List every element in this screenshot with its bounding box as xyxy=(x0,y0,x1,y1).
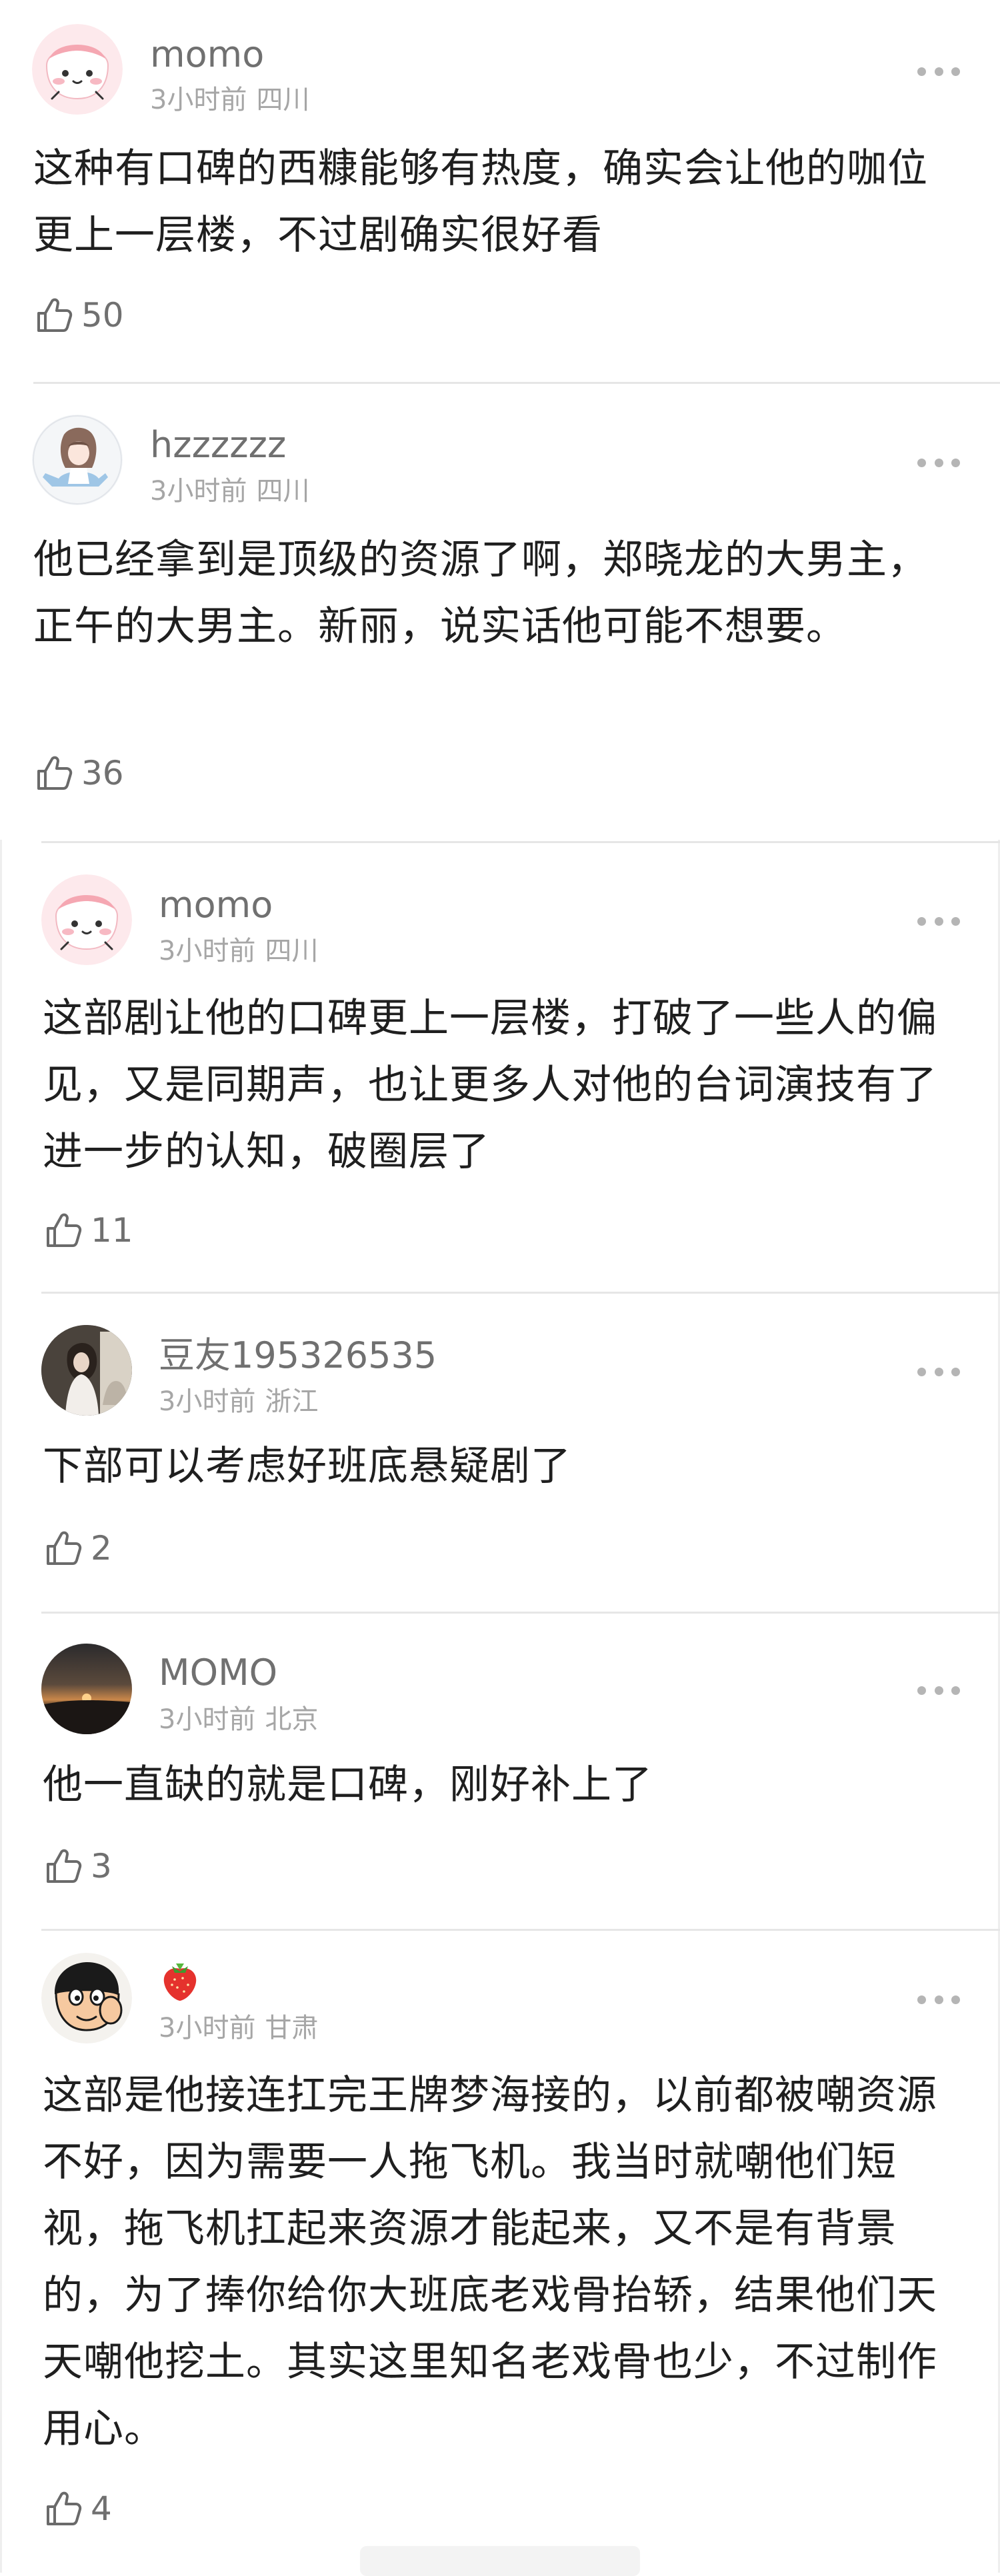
dot-icon xyxy=(934,458,943,467)
like-count: 50 xyxy=(81,296,124,335)
dot-icon xyxy=(951,1995,960,2004)
like-button[interactable]: 3 xyxy=(44,1846,112,1886)
dot-icon xyxy=(934,1995,943,2004)
comment-text: 他已经拿到是顶级的资源了啊，郑晓龙的大男主，正午的大男主。新丽，说实话他可能不想… xyxy=(33,537,928,650)
comment-text: 他一直缺的就是口碑，刚好补上了 xyxy=(43,1762,653,1808)
timestamp: 3小时前 xyxy=(150,476,247,507)
dot-icon xyxy=(934,916,943,926)
avatar[interactable] xyxy=(41,1325,132,1416)
like-count: 4 xyxy=(91,2489,112,2528)
comment-meta: 3小时前 浙江 xyxy=(159,1385,318,1418)
divider xyxy=(41,841,1000,843)
strawberry-icon xyxy=(159,1959,201,2002)
like-button[interactable]: 4 xyxy=(44,2489,112,2529)
username[interactable]: momo xyxy=(159,884,273,926)
divider xyxy=(41,1612,1000,1614)
divider xyxy=(41,1929,1000,1931)
location: 四川 xyxy=(256,476,310,507)
timestamp: 3小时前 xyxy=(159,2013,256,2043)
more-options-button[interactable] xyxy=(917,914,960,928)
like-count: 3 xyxy=(91,1847,112,1886)
username[interactable]: hzzzzzz xyxy=(150,424,286,467)
thumbs-up-icon xyxy=(44,1528,84,1568)
comment-meta: 3小时前 北京 xyxy=(159,1703,318,1736)
avatar[interactable] xyxy=(41,1953,132,2043)
comment-meta: 3小时前 四川 xyxy=(150,475,309,508)
dot-icon xyxy=(917,1995,926,2004)
thumbs-up-icon xyxy=(35,753,75,793)
divider xyxy=(33,382,1000,384)
comment-text: 这种有口碑的西糠能够有热度，确实会让他的咖位更上一层楼，不过剧确实很好看 xyxy=(33,145,928,259)
dot-icon xyxy=(951,1367,960,1376)
more-options-button[interactable] xyxy=(917,65,960,78)
photo-avatar-icon xyxy=(41,1325,132,1416)
comment-text: 这部剧让他的口碑更上一层楼，打破了一些人的偏见，又是同期声，也让更多人对他的台词… xyxy=(43,995,937,1175)
avatar[interactable] xyxy=(41,874,132,965)
comment-meta: 3小时前 四川 xyxy=(159,934,318,968)
thumbs-up-icon xyxy=(44,2489,84,2529)
thread-line xyxy=(0,840,2,2573)
dot-icon xyxy=(934,1367,943,1376)
dot-icon xyxy=(934,1686,943,1695)
thumbs-up-icon xyxy=(44,1846,84,1886)
cartoon-boy-avatar-icon xyxy=(41,1953,132,2043)
timestamp: 3小时前 xyxy=(159,1704,256,1735)
comment-meta: 3小时前 甘肃 xyxy=(159,2011,318,2045)
timestamp: 3小时前 xyxy=(159,1386,256,1417)
dot-icon xyxy=(917,458,926,467)
username[interactable] xyxy=(159,1959,201,2002)
location: 四川 xyxy=(265,936,319,966)
avatar[interactable] xyxy=(41,1644,132,1734)
location: 四川 xyxy=(256,85,310,115)
dot-icon xyxy=(951,67,960,76)
like-count: 36 xyxy=(81,754,124,792)
more-options-button[interactable] xyxy=(917,1365,960,1378)
username[interactable]: 豆友195326535 xyxy=(159,1334,437,1377)
dot-icon xyxy=(934,67,943,76)
like-count: 2 xyxy=(91,1529,112,1568)
dot-icon xyxy=(917,1686,926,1695)
like-button[interactable]: 2 xyxy=(44,1528,112,1568)
dot-icon xyxy=(917,67,926,76)
avatar[interactable] xyxy=(32,415,123,505)
dot-icon xyxy=(951,916,960,926)
more-options-button[interactable] xyxy=(917,1993,960,2006)
pink-blob-avatar-icon xyxy=(41,874,132,965)
dot-icon xyxy=(951,1686,960,1695)
timestamp: 3小时前 xyxy=(159,936,256,966)
sunset-avatar-icon xyxy=(41,1644,132,1734)
location: 北京 xyxy=(265,1704,319,1735)
pink-blob-avatar-icon xyxy=(32,24,123,115)
thumbs-up-icon xyxy=(44,1210,84,1250)
comment-text: 这部是他接连扛完王牌梦海接的，以前都被嘲资源不好，因为需要一人拖飞机。我当时就嘲… xyxy=(43,2072,937,2452)
avatar[interactable] xyxy=(32,24,123,115)
divider xyxy=(41,1292,1000,1294)
like-button[interactable]: 50 xyxy=(35,295,124,335)
scroll-indicator xyxy=(360,2546,640,2576)
more-options-button[interactable] xyxy=(917,456,960,469)
anime-girl-avatar-icon xyxy=(32,415,123,505)
location: 甘肃 xyxy=(265,2013,319,2043)
username[interactable]: MOMO xyxy=(159,1652,277,1694)
timestamp: 3小时前 xyxy=(150,85,247,115)
comment-meta: 3小时前 四川 xyxy=(150,83,309,117)
location: 浙江 xyxy=(265,1386,319,1417)
dot-icon xyxy=(917,1367,926,1376)
dot-icon xyxy=(951,458,960,467)
username[interactable]: momo xyxy=(150,33,264,76)
like-button[interactable]: 36 xyxy=(35,753,124,793)
like-button[interactable]: 11 xyxy=(44,1210,133,1250)
like-count: 11 xyxy=(91,1211,133,1250)
thumbs-up-icon xyxy=(35,295,75,335)
dot-icon xyxy=(917,916,926,926)
comment-text: 下部可以考虑好班底悬疑剧了 xyxy=(43,1443,571,1490)
more-options-button[interactable] xyxy=(917,1684,960,1697)
